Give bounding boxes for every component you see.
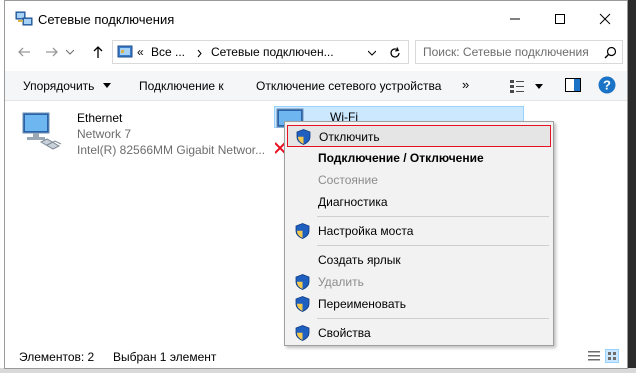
status-selected-count: Выбран 1 элемент xyxy=(113,350,217,364)
menu-item-label: Отключить xyxy=(319,130,380,144)
ethernet-name[interactable]: Ethernet xyxy=(77,111,122,125)
up-button[interactable] xyxy=(87,41,109,63)
ethernet-adapter-description: Intel(R) 82566MM Gigabit Networ... xyxy=(77,143,266,157)
uac-shield-icon xyxy=(295,296,310,312)
arrow-right-icon xyxy=(46,47,58,57)
menu-item-label: Удалить xyxy=(318,275,364,289)
search-input[interactable]: Поиск: Сетевые подключения xyxy=(415,40,623,64)
uac-shield-icon xyxy=(295,223,310,239)
menu-item-create-shortcut[interactable]: Создать ярлык xyxy=(287,249,551,271)
refresh-icon[interactable] xyxy=(388,46,402,60)
status-item-count: Элементов: 2 xyxy=(19,350,95,364)
svg-text:?: ? xyxy=(603,78,611,93)
menu-item-label: Создать ярлык xyxy=(318,253,401,267)
menu-item-rename[interactable]: Переименовать xyxy=(287,293,551,315)
large-icons-view-icon[interactable] xyxy=(605,349,619,363)
connect-to-button[interactable]: Подключение к xyxy=(139,79,224,93)
menu-separator xyxy=(317,216,549,217)
close-icon xyxy=(599,13,611,25)
details-view-icon[interactable] xyxy=(587,349,601,363)
preview-pane-icon[interactable] xyxy=(565,78,581,92)
search-icon[interactable] xyxy=(604,46,617,59)
breadcrumb-all-items[interactable]: Все ... xyxy=(151,45,185,59)
menu-separator xyxy=(317,245,549,246)
menu-item-connect-disconnect[interactable]: Подключение / Отключение xyxy=(287,147,551,169)
recent-locations-button[interactable] xyxy=(63,41,77,63)
menu-item-disable[interactable]: Отключить xyxy=(287,125,551,147)
breadcrumb-network-connections[interactable]: Сетевые подключен... xyxy=(211,45,334,59)
uac-shield-icon xyxy=(296,129,311,145)
ethernet-network: Network 7 xyxy=(77,127,132,141)
address-dropdown-icon[interactable] xyxy=(368,50,376,56)
close-button[interactable] xyxy=(583,1,627,37)
menu-item-label: Свойства xyxy=(318,326,371,340)
menu-item-label: Подключение / Отключение xyxy=(318,151,484,165)
menu-item-label: Переименовать xyxy=(318,297,406,311)
search-placeholder: Поиск: Сетевые подключения xyxy=(423,45,589,59)
menu-item-delete: Удалить xyxy=(287,271,551,293)
control-panel-icon xyxy=(117,45,133,58)
more-commands-button[interactable]: » xyxy=(462,77,469,92)
disable-device-button[interactable]: Отключение сетевого устройства xyxy=(256,79,441,93)
arrow-left-icon xyxy=(18,47,30,57)
forward-button[interactable] xyxy=(41,41,63,63)
menu-item-properties[interactable]: Свойства xyxy=(287,322,551,344)
maximize-icon xyxy=(555,14,565,24)
organize-button[interactable]: Упорядочить xyxy=(23,79,94,93)
uac-shield-icon xyxy=(295,325,310,341)
uac-shield-icon xyxy=(295,274,310,290)
desktop-background-right xyxy=(628,0,636,373)
command-bar: Упорядочить Подключение к Отключение сет… xyxy=(5,71,627,101)
organize-dropdown-icon[interactable] xyxy=(103,83,111,88)
view-dropdown-icon[interactable] xyxy=(535,84,543,89)
menu-item-label: Диагностика xyxy=(318,195,388,209)
maximize-button[interactable] xyxy=(538,1,582,37)
ethernet-adapter-icon[interactable] xyxy=(19,109,63,155)
breadcrumb-overflow[interactable]: « xyxy=(137,45,144,59)
minimize-icon xyxy=(510,18,520,20)
title-bar[interactable]: Сетевые подключения xyxy=(5,1,627,37)
menu-item-bridge[interactable]: Настройка моста xyxy=(287,220,551,242)
chevron-down-icon xyxy=(66,49,74,55)
menu-item-status: Состояние xyxy=(287,169,551,191)
window-title: Сетевые подключения xyxy=(38,12,175,27)
arrow-up-icon xyxy=(93,46,103,58)
back-button[interactable] xyxy=(13,41,35,63)
network-connections-app-icon xyxy=(15,11,33,26)
minimize-button[interactable] xyxy=(493,1,537,37)
menu-item-label: Состояние xyxy=(318,173,378,187)
change-view-icon[interactable] xyxy=(509,78,525,94)
menu-separator xyxy=(317,318,549,319)
breadcrumb-chevron-icon[interactable] xyxy=(197,49,203,58)
menu-item-diagnose[interactable]: Диагностика xyxy=(287,191,551,213)
help-icon[interactable]: ? xyxy=(598,76,616,94)
address-bar[interactable]: « Все ... Сетевые подключен... xyxy=(112,40,409,64)
menu-item-label: Настройка моста xyxy=(318,224,414,238)
context-menu: Отключить Подключение / Отключение Состо… xyxy=(284,121,554,346)
